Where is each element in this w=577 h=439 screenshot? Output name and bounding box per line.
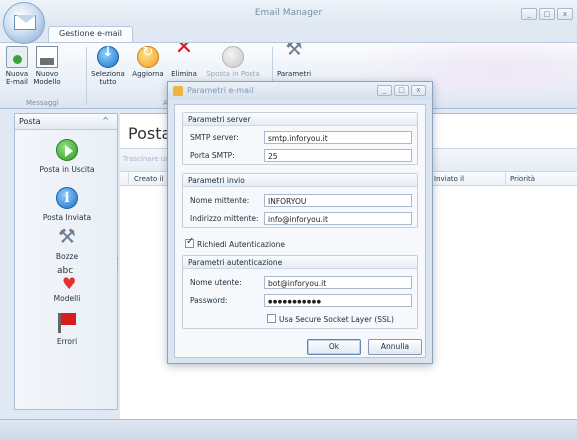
status-bar <box>0 419 577 439</box>
sender-address-input[interactable]: info@inforyou.it <box>264 212 412 225</box>
username-input[interactable]: bot@inforyou.it <box>264 276 412 289</box>
select-all-icon <box>97 46 119 68</box>
navigation-pane: Posta ^ Posta in Uscita Posta Inviata Bo… <box>14 113 118 410</box>
tab-gestione-email[interactable]: Gestione e-mail <box>48 26 134 42</box>
new-template-label-2: Modello <box>33 78 61 86</box>
minimize-button[interactable]: _ <box>521 8 537 20</box>
password-label: Password: <box>190 296 228 305</box>
delete-icon <box>173 44 195 68</box>
application-menu-button[interactable] <box>3 2 45 44</box>
new-email-icon <box>6 46 28 68</box>
nav-header[interactable]: Posta ^ <box>15 114 117 130</box>
password-input[interactable]: ●●●●●●●●●●● <box>264 294 412 307</box>
sender-name-label: Nome mittente: <box>190 196 250 205</box>
dialog-title-bar: Parametri e-mail _ □ x <box>168 82 432 100</box>
new-email-label-2: E-mail <box>6 78 28 86</box>
templates-icon: abc ♥ <box>57 266 77 293</box>
nav-item-posta-inviata[interactable]: Posta Inviata <box>15 187 119 222</box>
dialog-minimize-button[interactable]: _ <box>377 85 392 96</box>
group-by-hint: Trascinare un <box>123 155 170 163</box>
delete-label: Elimina <box>171 70 197 78</box>
new-template-icon <box>36 46 58 68</box>
settings-icon <box>283 45 305 68</box>
sender-fieldset: Parametri invio Nome mittente: INFORYOU … <box>182 173 418 228</box>
ribbon-group-separator <box>86 47 87 105</box>
window-controls: _ □ x <box>521 8 573 20</box>
sent-icon <box>56 187 78 209</box>
ssl-checkbox[interactable] <box>267 314 276 323</box>
refresh-icon <box>137 46 159 68</box>
delete-button[interactable]: Elimina <box>168 44 200 78</box>
dialog-maximize-button[interactable]: □ <box>394 85 409 96</box>
smtp-port-input[interactable]: 25 <box>264 149 412 162</box>
nav-item-bozze[interactable]: Bozze <box>15 224 119 261</box>
refresh-button[interactable]: Aggiorna <box>130 46 166 78</box>
move-icon <box>222 46 244 68</box>
nav-item-label: Errori <box>56 337 78 346</box>
nav-item-errori[interactable]: Errori <box>15 311 119 346</box>
sender-legend: Parametri invio <box>183 174 417 187</box>
smtp-server-label: SMTP server: <box>190 133 239 142</box>
nav-item-posta-in-uscita[interactable]: Posta in Uscita <box>15 139 119 174</box>
dialog-close-button[interactable]: x <box>411 85 426 96</box>
nav-header-label: Posta <box>19 117 41 126</box>
server-legend: Parametri server <box>183 113 417 126</box>
settings-icon <box>173 86 183 96</box>
select-all-button[interactable]: Seleziona tutto <box>90 46 126 86</box>
auth-fieldset: Parametri autenticazione Nome utente: bo… <box>182 255 418 329</box>
ok-button[interactable]: Ok <box>307 339 361 355</box>
group-label-messaggi: Messaggi <box>26 99 59 107</box>
smtp-port-label: Porta SMTP: <box>190 151 235 160</box>
ssl-label[interactable]: Usa Secure Socket Layer (SSL) <box>279 315 394 324</box>
nav-item-modelli[interactable]: abc ♥ Modelli <box>15 266 119 303</box>
select-all-label-2: tutto <box>99 78 117 86</box>
window-title: Email Manager <box>254 8 323 18</box>
new-template-button[interactable]: Nuovo Modello <box>32 46 62 86</box>
move-label: Sposta in Posta <box>206 70 260 78</box>
email-settings-dialog: Parametri e-mail _ □ x Parametri server … <box>167 81 433 364</box>
dialog-title: Parametri e-mail <box>187 86 254 95</box>
smtp-server-input[interactable]: smtp.inforyou.it <box>264 131 412 144</box>
settings-button[interactable]: Parametri <box>274 45 314 78</box>
column-inviato-il[interactable]: Inviato il <box>434 175 464 183</box>
nav-item-label: Bozze <box>55 252 79 261</box>
nav-item-label: Posta Inviata <box>42 213 92 222</box>
title-bar: Email Manager _ □ x <box>0 0 577 28</box>
auth-legend: Parametri autenticazione <box>183 256 417 269</box>
nav-item-label: Modelli <box>53 294 81 303</box>
refresh-label: Aggiorna <box>132 70 164 78</box>
server-fieldset: Parametri server SMTP server: smtp.infor… <box>182 112 418 165</box>
require-auth-label[interactable]: Richiedi Autenticazione <box>197 240 285 249</box>
errors-flag-icon <box>56 311 78 333</box>
move-to-mailbox-button[interactable]: Sposta in Posta <box>202 46 264 78</box>
select-all-label-1: Seleziona <box>91 70 125 78</box>
maximize-button[interactable]: □ <box>539 8 555 20</box>
require-auth-checkbox[interactable] <box>185 236 194 248</box>
sender-name-input[interactable]: INFORYOU <box>264 194 412 207</box>
new-template-label-1: Nuovo <box>35 70 59 78</box>
cancel-button[interactable]: Annulla <box>368 339 422 355</box>
drafts-icon <box>56 224 78 248</box>
new-email-button[interactable]: Nuova E-mail <box>4 46 30 86</box>
close-button[interactable]: x <box>557 8 573 20</box>
dialog-window-controls: _ □ x <box>377 85 426 96</box>
outbox-icon <box>56 139 78 161</box>
chevron-up-icon[interactable]: ^ <box>102 116 109 125</box>
settings-label: Parametri <box>276 70 312 78</box>
new-email-label-1: Nuova <box>5 70 29 78</box>
dialog-body: Parametri server SMTP server: smtp.infor… <box>174 104 426 358</box>
nav-item-label: Posta in Uscita <box>39 165 95 174</box>
page-title: Posta <box>128 124 172 143</box>
sender-address-label: Indirizzo mittente: <box>190 214 259 223</box>
column-creato-il[interactable]: Creato il <box>134 175 163 183</box>
column-priorita[interactable]: Priorità <box>510 175 535 183</box>
envelope-icon <box>14 15 36 30</box>
username-label: Nome utente: <box>190 278 242 287</box>
